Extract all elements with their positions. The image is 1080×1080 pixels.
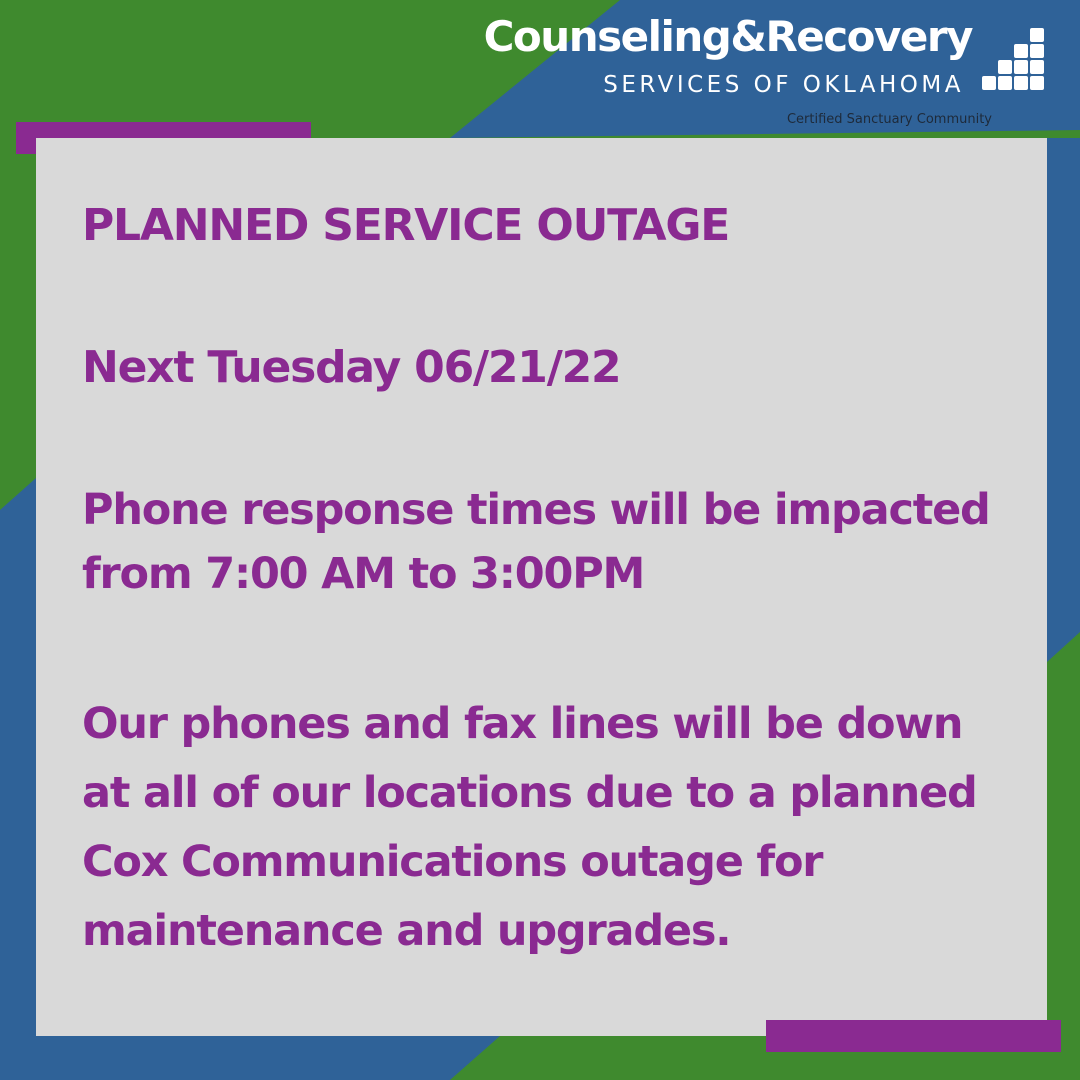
notice-headline: PLANNED SERVICE OUTAGE — [82, 200, 730, 251]
notice-detail-line: at all of our locations due to a planned — [82, 768, 978, 818]
brand-tagline: Certified Sanctuary Community — [786, 112, 992, 127]
brand-name: Counseling&Recovery — [483, 12, 974, 61]
notice-impact-line: from 7:00 AM to 3:00PM — [82, 549, 645, 599]
brand-logo[interactable]: Counseling&Recovery SERVICES OF OKLAHOMA… — [440, 8, 1060, 134]
brand-subtitle: SERVICES OF OKLAHOMA — [603, 72, 964, 98]
notice-detail-line: Cox Communications outage for — [82, 837, 823, 887]
notice-impact: Phone response times will be impacted fr… — [82, 478, 991, 606]
background-blue-right-band — [1047, 138, 1080, 662]
accent-bar-bottom — [766, 1020, 1061, 1052]
notice-details: Our phones and fax lines will be down at… — [82, 690, 978, 966]
stacked-blocks-logo-icon — [982, 28, 1044, 90]
notice-impact-line: Phone response times will be impacted — [82, 485, 991, 535]
notice-detail-line: maintenance and upgrades. — [82, 906, 732, 956]
notice-detail-line: Our phones and fax lines will be down — [82, 699, 964, 749]
notice-date: Next Tuesday 06/21/22 — [82, 342, 622, 393]
